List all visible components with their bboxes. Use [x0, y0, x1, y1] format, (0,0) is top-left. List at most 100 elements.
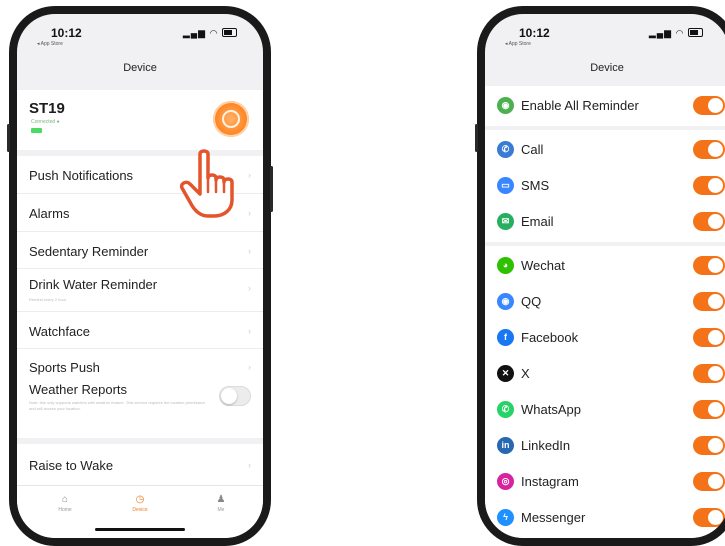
page-title: Device: [590, 62, 624, 74]
email-icon: ✉: [497, 213, 514, 230]
row-enable-all[interactable]: ◉ Enable All Reminder: [485, 88, 725, 124]
messenger-icon: ϟ: [497, 509, 514, 526]
enable-all-toggle[interactable]: [693, 96, 725, 115]
phone-right: 10:12 ◂ App Store ▂▄▆ ◠ Device ◉ Enable …: [475, 6, 725, 546]
row-sms[interactable]: ▭ SMS: [485, 168, 725, 204]
menu-label: Push Notifications: [29, 168, 134, 183]
messenger-toggle[interactable]: [693, 508, 725, 527]
tab-home[interactable]: ⌂ Home: [45, 494, 85, 513]
row-label: LinkedIn: [521, 438, 571, 453]
row-x[interactable]: ✕ X: [485, 356, 725, 392]
weather-toggle[interactable]: [219, 386, 251, 406]
basic-reminders-group: ✆ Call ▭ SMS ✉ Email: [485, 130, 725, 242]
tab-device[interactable]: ◷ Device: [120, 494, 160, 513]
linkedin-icon: in: [497, 437, 514, 454]
battery-icon: [688, 28, 703, 37]
sms-icon: ▭: [497, 177, 514, 194]
menu-item-sedentary-reminder[interactable]: Sedentary Reminder ›: [17, 232, 263, 269]
menu-sublabel: Note: this only supports watches with we…: [29, 400, 205, 411]
device-battery-icon: [31, 128, 42, 133]
back-to-app-store[interactable]: ◂ App Store: [505, 41, 531, 47]
menu-item-raise-to-wake[interactable]: Raise to Wake ›: [17, 444, 263, 489]
status-time: 10:12: [51, 26, 82, 40]
chevron-right-icon: ›: [248, 246, 251, 256]
pointing-hand-icon: [179, 149, 234, 218]
menu-label: Sedentary Reminder: [29, 244, 149, 259]
row-email[interactable]: ✉ Email: [485, 204, 725, 240]
email-toggle[interactable]: [693, 212, 725, 231]
wifi-icon: ◠: [209, 28, 219, 38]
row-facebook[interactable]: f Facebook: [485, 320, 725, 356]
facebook-toggle[interactable]: [693, 328, 725, 347]
row-label: SMS: [521, 178, 550, 193]
row-label: Email: [521, 214, 554, 229]
device-icon: ◷: [135, 494, 145, 505]
menu-sublabel: Remind every 2 hour: [29, 297, 67, 302]
row-whatsapp[interactable]: ✆ WhatsApp: [485, 392, 725, 428]
row-label: Instagram: [521, 474, 579, 489]
row-label: Enable All Reminder: [521, 98, 639, 113]
instagram-toggle[interactable]: [693, 472, 725, 491]
volume-button: [475, 124, 478, 152]
row-linkedin[interactable]: in LinkedIn: [485, 428, 725, 464]
row-label: X: [521, 366, 530, 381]
raise-section: Raise to Wake ›: [17, 444, 263, 489]
menu-label: Drink Water Reminder: [29, 277, 158, 292]
watch-icon[interactable]: [213, 101, 249, 137]
row-label: Facebook: [521, 330, 579, 345]
row-label: WhatsApp: [521, 402, 581, 417]
chevron-right-icon: ›: [248, 326, 251, 336]
x-icon: ✕: [497, 365, 514, 382]
menu-label: Watchface: [29, 324, 90, 339]
row-call[interactable]: ✆ Call: [485, 132, 725, 168]
wechat-toggle[interactable]: [693, 256, 725, 275]
chevron-right-icon: ›: [248, 362, 251, 372]
reminder-icon: ◉: [497, 97, 514, 114]
wifi-icon: ◠: [675, 28, 685, 38]
phone-icon: ✆: [497, 141, 514, 158]
tab-me[interactable]: ♟ Me: [201, 494, 241, 513]
power-button: [270, 166, 273, 212]
tab-label: Home: [58, 507, 72, 513]
status-time: 10:12: [519, 26, 550, 40]
menu-item-drink-water-reminder[interactable]: Drink Water Reminder Remind every 2 hour…: [17, 269, 263, 312]
volume-button: [7, 124, 10, 152]
status-icons: ▂▄▆ ◠: [649, 27, 703, 39]
row-instagram[interactable]: ◎ Instagram: [485, 464, 725, 500]
menu-item-watchface[interactable]: Watchface ›: [17, 312, 263, 349]
row-messenger[interactable]: ϟ Messenger: [485, 500, 725, 536]
app-reminders-group: ◕ Wechat ◉ QQ f Facebook ✕ X ✆ WhatsApp …: [485, 246, 725, 538]
x-toggle[interactable]: [693, 364, 725, 383]
call-toggle[interactable]: [693, 140, 725, 159]
status-bar: 10:12 ◂ App Store ▂▄▆ ◠: [485, 14, 725, 50]
row-label: Wechat: [521, 258, 565, 273]
menu-label: Raise to Wake: [29, 458, 114, 473]
instagram-icon: ◎: [497, 473, 514, 490]
row-wechat[interactable]: ◕ Wechat: [485, 248, 725, 284]
left-screen: 10:12 ◂ App Store ▂▄▆ ◠ Device ST19 Conn…: [17, 14, 263, 538]
weather-section: Weather Reports Note: this only supports…: [17, 376, 263, 438]
sms-toggle[interactable]: [693, 176, 725, 195]
row-qq[interactable]: ◉ QQ: [485, 284, 725, 320]
chevron-right-icon: ›: [248, 460, 251, 470]
menu-label: Weather Reports: [29, 382, 128, 397]
device-card[interactable]: ST19 Connected ●: [17, 90, 263, 150]
tab-label: Device: [132, 507, 148, 513]
whatsapp-toggle[interactable]: [693, 400, 725, 419]
back-to-app-store[interactable]: ◂ App Store: [37, 41, 63, 47]
device-name: ST19: [29, 100, 65, 117]
menu-item-weather-reports[interactable]: Weather Reports Note: this only supports…: [17, 376, 263, 438]
row-label: Call: [521, 142, 544, 157]
row-label: QQ: [521, 294, 542, 309]
phone-left: 10:12 ◂ App Store ▂▄▆ ◠ Device ST19 Conn…: [7, 6, 273, 546]
facebook-icon: f: [497, 329, 514, 346]
battery-icon: [222, 28, 237, 37]
tab-label: Me: [217, 507, 225, 513]
qq-toggle[interactable]: [693, 292, 725, 311]
status-bar: 10:12 ◂ App Store ▂▄▆ ◠: [17, 14, 263, 50]
row-label: Messenger: [521, 510, 586, 525]
enable-all-group: ◉ Enable All Reminder: [485, 86, 725, 126]
right-screen: 10:12 ◂ App Store ▂▄▆ ◠ Device ◉ Enable …: [485, 14, 725, 538]
linkedin-toggle[interactable]: [693, 436, 725, 455]
wechat-icon: ◕: [497, 257, 514, 274]
